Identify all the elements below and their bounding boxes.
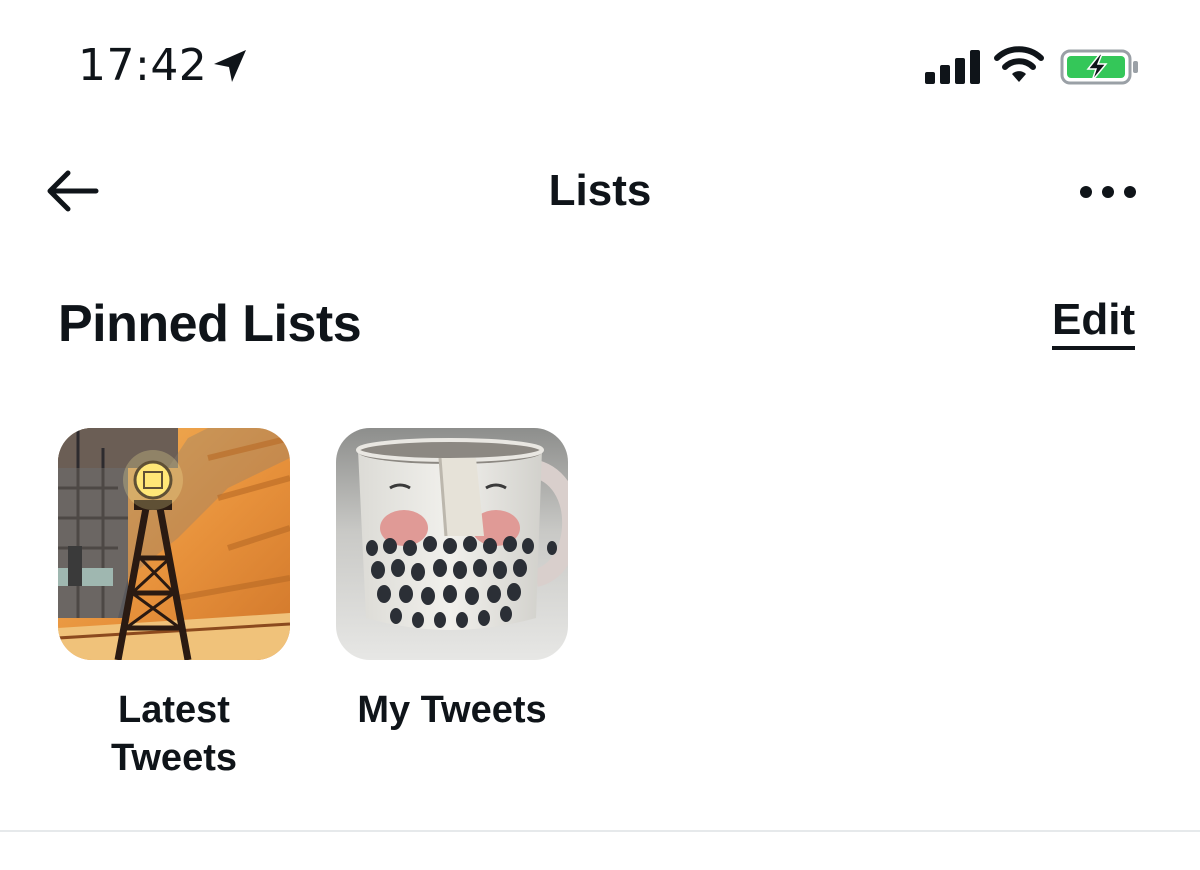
cellular-signal-icon bbox=[925, 50, 980, 84]
battery-charging-icon bbox=[1060, 49, 1138, 85]
pinned-list-latest-tweets[interactable]: Latest Tweets bbox=[58, 428, 290, 782]
comic-lamp-tower-thumbnail bbox=[58, 428, 290, 660]
pinned-list-my-tweets[interactable]: My Tweets bbox=[336, 428, 568, 734]
polka-dot-mug-thumbnail bbox=[336, 428, 568, 660]
status-bar: 17:42 bbox=[0, 0, 1200, 130]
page-title: Lists bbox=[548, 166, 652, 215]
section-divider bbox=[0, 830, 1200, 832]
wifi-icon bbox=[994, 46, 1044, 82]
pinned-list-label: Latest Tweets bbox=[110, 689, 237, 779]
pinned-list-label: My Tweets bbox=[357, 689, 547, 731]
edit-button[interactable]: Edit bbox=[1052, 296, 1136, 350]
status-time: 17:42 bbox=[78, 40, 208, 91]
more-horizontal-icon[interactable] bbox=[1078, 178, 1138, 206]
pinned-lists-heading: Pinned Lists bbox=[58, 295, 362, 353]
location-arrow-icon bbox=[214, 50, 246, 82]
